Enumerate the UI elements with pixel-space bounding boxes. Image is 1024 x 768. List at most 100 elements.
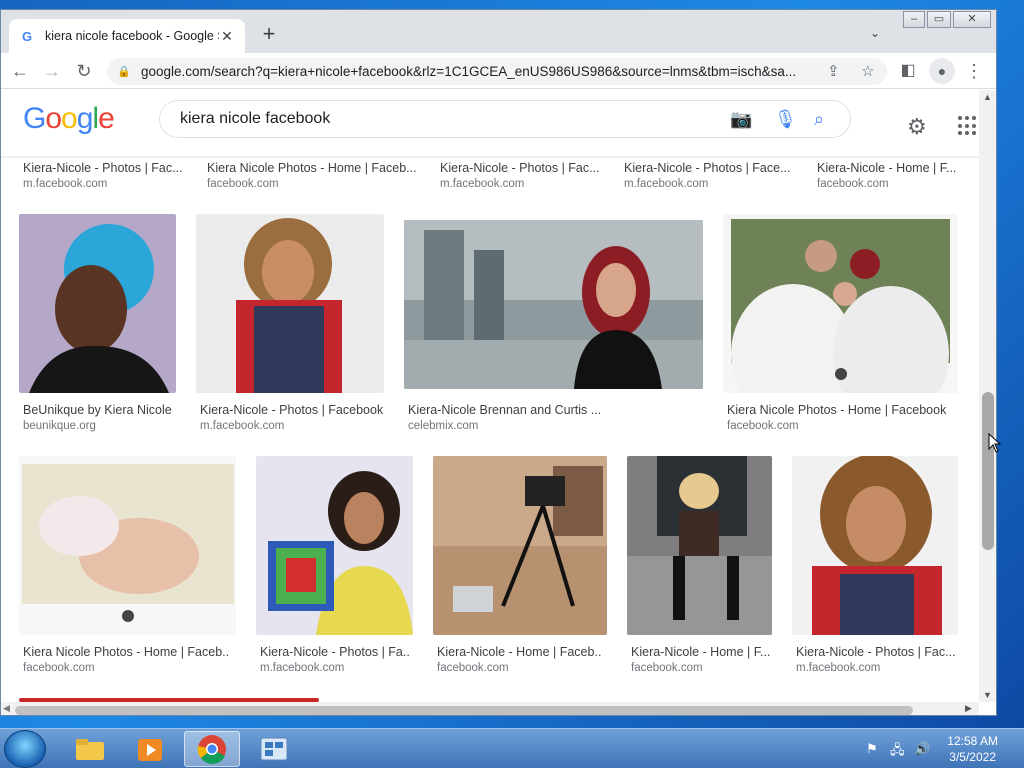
horizontal-scroll-thumb[interactable] bbox=[15, 706, 913, 715]
result-image[interactable] bbox=[19, 214, 176, 393]
city-bridge-image bbox=[404, 220, 703, 389]
result-title[interactable]: Kiera-Nicole - Home | F... bbox=[631, 645, 771, 659]
back-arrow-icon[interactable]: ← bbox=[9, 60, 31, 82]
result-image[interactable] bbox=[627, 456, 772, 635]
result-title[interactable]: Kiera-Nicole - Photos | Face... bbox=[624, 161, 794, 175]
start-button[interactable] bbox=[4, 730, 46, 768]
scroll-left-arrow-icon[interactable]: ◀ bbox=[3, 703, 10, 714]
maximize-button[interactable]: ▭ bbox=[927, 11, 951, 28]
google-apps-icon[interactable] bbox=[958, 116, 978, 136]
browser-window: G kiera nicole facebook - Google S ✕ + ⌄… bbox=[0, 9, 997, 716]
result-title[interactable]: Kiera-Nicole - Photos | Fac... bbox=[796, 645, 956, 659]
chrome-menu-icon[interactable]: ⋮ bbox=[963, 60, 985, 82]
result-image[interactable] bbox=[723, 214, 958, 393]
vertical-scrollbar[interactable]: ▲ ▼ bbox=[979, 90, 996, 702]
minimize-button[interactable]: – bbox=[903, 11, 925, 28]
result-source: celebmix.com bbox=[408, 420, 479, 432]
portrait-image bbox=[196, 214, 384, 393]
result-image[interactable] bbox=[433, 456, 607, 635]
reload-icon[interactable]: ↻ bbox=[73, 60, 95, 82]
taskbar: ⚑ 🖧 🔊 12:58 AM 3/5/2022 bbox=[0, 728, 1024, 768]
result-source: m.facebook.com bbox=[260, 662, 345, 674]
action-center-flag-icon[interactable]: ⚑ bbox=[866, 741, 878, 757]
clock[interactable]: 12:58 AM 3/5/2022 bbox=[947, 733, 998, 765]
result-title[interactable]: Kiera-Nicole - Photos | Fac... bbox=[23, 161, 183, 175]
tab-close-icon[interactable]: ✕ bbox=[219, 28, 235, 45]
result-image[interactable] bbox=[792, 456, 958, 635]
lock-icon: 🔒 bbox=[117, 65, 131, 78]
chrome-icon bbox=[197, 735, 226, 764]
google-header: Google 📷 🎙 ⌕ ⚙ bbox=[1, 90, 979, 156]
profile-avatar-icon[interactable]: ● bbox=[929, 58, 955, 84]
explorer-taskbar-button[interactable] bbox=[62, 731, 118, 767]
result-title[interactable]: BeUnikque by Kiera Nicole bbox=[23, 403, 183, 417]
result-image[interactable] bbox=[19, 456, 236, 635]
result-source: facebook.com bbox=[23, 662, 95, 674]
search-icon[interactable]: ⌕ bbox=[814, 109, 824, 130]
bookmark-star-icon[interactable]: ☆ bbox=[861, 62, 874, 80]
close-window-button[interactable]: ✕ bbox=[953, 11, 991, 28]
settings-gear-icon[interactable]: ⚙ bbox=[907, 114, 927, 140]
mouse-cursor-icon bbox=[988, 433, 1002, 453]
browser-tab[interactable]: G kiera nicole facebook - Google S ✕ bbox=[9, 19, 245, 53]
result-image[interactable] bbox=[404, 220, 703, 389]
tab-search-chevron-icon[interactable]: ⌄ bbox=[870, 26, 880, 40]
horizontal-scrollbar[interactable]: ◀ ▶ bbox=[1, 702, 979, 715]
result-source: facebook.com bbox=[207, 178, 279, 190]
vertical-scroll-thumb[interactable] bbox=[982, 392, 994, 550]
portrait-image bbox=[19, 214, 176, 393]
result-title[interactable]: Kiera-Nicole - Photos | Fac... bbox=[440, 161, 610, 175]
result-image[interactable] bbox=[256, 456, 413, 635]
url-text[interactable]: google.com/search?q=kiera+nicole+faceboo… bbox=[141, 64, 813, 79]
tab-strip: G kiera nicole facebook - Google S ✕ + ⌄… bbox=[1, 10, 996, 53]
result-source: facebook.com bbox=[727, 420, 799, 432]
result-title[interactable]: Kiera-Nicole - Photos | Fa... bbox=[260, 645, 410, 659]
control-panel-taskbar-button[interactable] bbox=[246, 731, 302, 767]
scroll-up-arrow-icon[interactable]: ▲ bbox=[983, 92, 992, 102]
result-source: beunikque.org bbox=[23, 420, 96, 432]
search-input[interactable] bbox=[180, 110, 700, 128]
result-source: m.facebook.com bbox=[624, 178, 709, 190]
result-source: m.facebook.com bbox=[23, 178, 108, 190]
side-panel-icon[interactable]: ◧ bbox=[897, 60, 919, 82]
network-icon[interactable]: 🖧 bbox=[890, 741, 905, 763]
microphone-icon[interactable]: 🎙 bbox=[774, 109, 797, 130]
result-source: facebook.com bbox=[437, 662, 509, 674]
result-title[interactable]: Kiera-Nicole - Photos | Facebook bbox=[200, 403, 385, 417]
result-source: m.facebook.com bbox=[796, 662, 881, 674]
clock-date: 3/5/2022 bbox=[949, 750, 996, 764]
stairs-portrait-image bbox=[627, 456, 772, 635]
volume-icon[interactable]: 🔊 bbox=[914, 741, 930, 757]
result-title[interactable]: Kiera-Nicole - Home | Faceb... bbox=[437, 645, 602, 659]
result-source: facebook.com bbox=[631, 662, 703, 674]
chrome-taskbar-button[interactable] bbox=[184, 731, 240, 767]
result-source: facebook.com bbox=[817, 178, 889, 190]
result-source: m.facebook.com bbox=[440, 178, 525, 190]
google-logo[interactable]: Google bbox=[23, 102, 115, 136]
result-title[interactable]: Kiera-Nicole - Home | F... bbox=[817, 161, 967, 175]
scroll-right-arrow-icon[interactable]: ▶ bbox=[965, 703, 972, 714]
search-box[interactable]: 📷 🎙 ⌕ bbox=[159, 100, 851, 138]
portrait-image bbox=[792, 456, 958, 635]
browser-toolbar: ← → ↻ 🔒 google.com/search?q=kiera+nicole… bbox=[1, 53, 996, 89]
result-title[interactable]: Kiera Nicole Photos - Home | Facebook bbox=[727, 403, 957, 417]
control-panel-icon bbox=[260, 737, 288, 761]
camera-icon[interactable]: 📷 bbox=[730, 109, 752, 130]
result-title[interactable]: Kiera Nicole Photos - Home | Faceb... bbox=[207, 161, 417, 175]
clock-time: 12:58 AM bbox=[947, 734, 998, 748]
family-photo-image bbox=[723, 214, 958, 393]
address-bar[interactable]: 🔒 google.com/search?q=kiera+nicole+faceb… bbox=[107, 58, 887, 85]
new-tab-button[interactable]: + bbox=[257, 23, 281, 47]
google-images-page: Google 📷 🎙 ⌕ ⚙ Kiera-Nicole - Photos | F… bbox=[1, 90, 979, 702]
media-player-icon bbox=[138, 739, 162, 761]
result-title[interactable]: Kiera-Nicole Brennan and Curtis ... bbox=[408, 403, 608, 417]
result-source: m.facebook.com bbox=[200, 420, 285, 432]
media-player-taskbar-button[interactable] bbox=[122, 731, 178, 767]
forward-arrow-icon[interactable]: → bbox=[41, 60, 63, 82]
portrait-painting-image bbox=[256, 456, 413, 635]
result-image[interactable] bbox=[196, 214, 384, 393]
scroll-down-arrow-icon[interactable]: ▼ bbox=[983, 690, 992, 700]
share-icon[interactable]: ⇪ bbox=[827, 62, 840, 80]
result-title[interactable]: Kiera Nicole Photos - Home | Faceb... bbox=[23, 645, 228, 659]
camera-room-image bbox=[433, 456, 607, 635]
